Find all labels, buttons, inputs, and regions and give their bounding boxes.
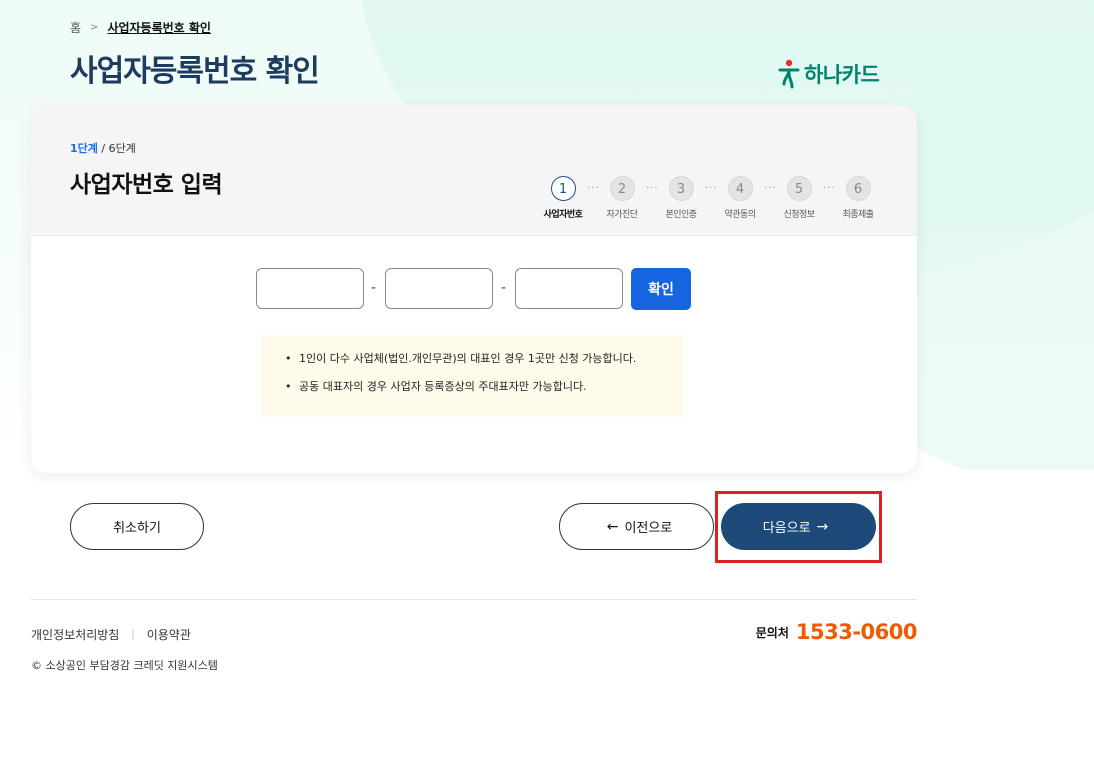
card-header: 1단계 / 6단계 사업자번호 입력 1 사업자번호 ··· 2 자가진단 ··… [31,105,917,236]
business-number-part2-input[interactable] [385,268,493,309]
form-card: 1단계 / 6단계 사업자번호 입력 1 사업자번호 ··· 2 자가진단 ··… [31,105,917,473]
step-2: 2 자가진단 [594,176,650,220]
step-counter: 1단계 / 6단계 [70,140,136,156]
prev-button[interactable]: ← 이전으로 [559,503,714,550]
step-3: 3 본인인증 [653,176,709,220]
business-number-part3-input[interactable] [515,268,623,309]
business-number-part1-input[interactable] [256,268,364,309]
contact-info: 문의처 1533-0600 [755,620,918,644]
footer-links: 개인정보처리방침 | 이용약관 [31,626,191,643]
notice-item: 공동 대표자의 경우 사업자 등록증상의 주대표자만 가능합니다. [285,380,683,394]
step-current: 1단계 [70,142,98,155]
hanacard-logo: 하나카드 [778,58,880,90]
confirm-button[interactable]: 확인 [631,268,691,310]
notice-item: 1인이 다수 사업체(법인.개인무관)의 대표인 경우 1곳만 신청 가능합니다… [285,352,683,366]
breadcrumb-current[interactable]: 사업자등록번호 확인 [107,19,211,36]
chevron-right-icon: > [90,21,99,33]
page-title: 사업자등록번호 확인 [70,54,320,89]
notice-box: 1인이 다수 사업체(법인.개인무관)의 대표인 경우 1곳만 신청 가능합니다… [261,335,683,417]
step-label: 자가진단 [606,210,638,220]
step-1: 1 사업자번호 [535,176,591,220]
number-separator: - [501,280,507,296]
privacy-policy-link[interactable]: 개인정보처리방침 [31,626,119,643]
breadcrumb: 홈 > 사업자등록번호 확인 [70,19,211,35]
contact-number: 1533-0600 [795,620,918,644]
step-5: 5 신청정보 [771,176,827,220]
link-divider: | [131,629,135,640]
arrow-left-icon: ← [606,518,619,535]
step-label: 최종제출 [842,210,874,220]
stepper: 1 사업자번호 ··· 2 자가진단 ··· 3 본인인증 ··· 4 약관동의… [535,176,885,222]
footer-divider [31,599,917,600]
cancel-button[interactable]: 취소하기 [70,503,204,550]
step-number: 5 [786,176,812,201]
cancel-button-label: 취소하기 [113,521,161,536]
step-number: 6 [845,176,871,201]
logo-text: 하나카드 [804,63,880,87]
step-label: 약관동의 [724,210,756,220]
contact-label: 문의처 [755,625,789,640]
number-separator: - [371,280,377,296]
step-label: 신청정보 [783,210,815,220]
step-total: / 6단계 [97,142,136,155]
prev-button-label: 이전으로 [624,521,673,536]
step-label: 본인인증 [665,210,697,220]
step-4: 4 약관동의 [712,176,768,220]
step-label: 사업자번호 [543,210,583,220]
next-button-highlight [715,491,882,563]
step-6: 6 최종제출 [830,176,886,220]
terms-link[interactable]: 이용약관 [147,626,191,643]
step-number: 4 [727,176,753,201]
step-number: 1 [550,176,576,201]
breadcrumb-home[interactable]: 홈 [70,19,81,36]
hanacard-logo-icon [778,59,800,89]
step-number: 3 [668,176,694,201]
step-number: 2 [609,176,635,201]
card-title: 사업자번호 입력 [70,172,223,198]
copyright: © 소상공인 부담경감 크레딧 지원시스템 [31,659,218,672]
